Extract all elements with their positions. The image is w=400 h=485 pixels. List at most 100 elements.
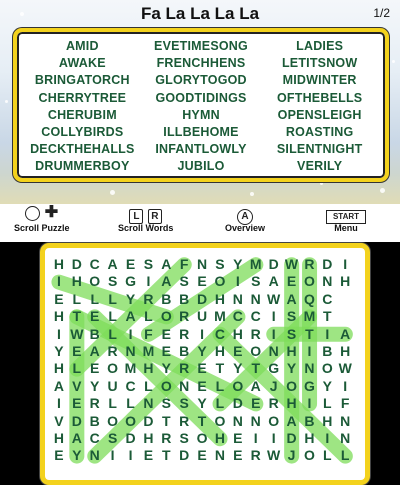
grid-letter[interactable]: E — [157, 343, 175, 360]
grid-letter[interactable]: H — [50, 256, 68, 273]
scroll-puzzle-button[interactable]: ✚ Scroll Puzzle — [14, 205, 70, 234]
grid-letter[interactable]: N — [86, 447, 104, 464]
grid-letter[interactable]: I — [193, 326, 211, 343]
grid-letter[interactable]: H — [283, 395, 301, 412]
grid-letter[interactable]: B — [175, 343, 193, 360]
grid-letter[interactable]: C — [122, 378, 140, 395]
grid-letter[interactable]: A — [86, 343, 104, 360]
grid-letter[interactable]: S — [247, 273, 265, 290]
grid-letter[interactable]: E — [68, 395, 86, 412]
grid-letter[interactable]: L — [104, 326, 122, 343]
grid-letter[interactable]: E — [139, 447, 157, 464]
grid-letter[interactable]: R — [300, 256, 318, 273]
grid-letter[interactable]: S — [283, 326, 301, 343]
grid-letter[interactable]: L — [318, 447, 336, 464]
grid-letter[interactable] — [336, 291, 354, 308]
grid-letter[interactable]: I — [336, 378, 354, 395]
grid-letter[interactable]: E — [50, 291, 68, 308]
grid-letter[interactable]: M — [122, 360, 140, 377]
grid-letter[interactable]: L — [211, 395, 229, 412]
grid-letter[interactable]: E — [193, 378, 211, 395]
grid-letter[interactable]: C — [247, 308, 265, 325]
grid-letter[interactable]: D — [139, 413, 157, 430]
grid-letter[interactable]: B — [86, 413, 104, 430]
grid-letter[interactable]: H — [229, 326, 247, 343]
grid-letter[interactable]: L — [68, 291, 86, 308]
grid-letter[interactable]: Y — [318, 378, 336, 395]
grid-letter[interactable]: O — [300, 273, 318, 290]
grid-letter[interactable]: Y — [50, 343, 68, 360]
grid-letter[interactable]: O — [300, 447, 318, 464]
grid-letter[interactable]: E — [86, 308, 104, 325]
grid-letter[interactable]: A — [265, 273, 283, 290]
grid-letter[interactable]: N — [139, 395, 157, 412]
grid-letter[interactable]: A — [122, 308, 140, 325]
grid-letter[interactable]: N — [318, 273, 336, 290]
grid-letter[interactable]: L — [318, 395, 336, 412]
grid-letter[interactable]: A — [50, 378, 68, 395]
grid-letter[interactable]: O — [104, 360, 122, 377]
grid-letter[interactable]: D — [122, 430, 140, 447]
grid-letter[interactable]: T — [68, 308, 86, 325]
grid-letter[interactable]: T — [211, 360, 229, 377]
grid-letter[interactable]: T — [157, 447, 175, 464]
grid-letter[interactable]: A — [104, 256, 122, 273]
grid-letter[interactable]: N — [247, 291, 265, 308]
grid-letter[interactable]: S — [175, 273, 193, 290]
grid-letter[interactable]: O — [211, 413, 229, 430]
grid-letter[interactable]: D — [68, 256, 86, 273]
grid-letter[interactable]: N — [300, 360, 318, 377]
grid-letter[interactable]: I — [318, 326, 336, 343]
grid-letter[interactable]: O — [265, 413, 283, 430]
grid-letter[interactable]: R — [175, 360, 193, 377]
grid-letter[interactable]: C — [229, 308, 247, 325]
grid-letter[interactable]: H — [211, 430, 229, 447]
grid-letter[interactable]: A — [336, 326, 354, 343]
overview-button[interactable]: A Overview — [225, 206, 265, 233]
grid-letter[interactable]: L — [122, 395, 140, 412]
grid-letter[interactable]: I — [122, 447, 140, 464]
grid-letter[interactable]: N — [336, 430, 354, 447]
grid-letter[interactable]: B — [318, 343, 336, 360]
grid-letter[interactable]: H — [318, 413, 336, 430]
grid-letter[interactable]: I — [247, 430, 265, 447]
scroll-words-button[interactable]: L R Scroll Words — [118, 206, 173, 233]
grid-letter[interactable]: I — [265, 308, 283, 325]
grid-letter[interactable]: O — [211, 273, 229, 290]
grid-letter[interactable]: D — [175, 447, 193, 464]
grid-letter[interactable]: T — [300, 326, 318, 343]
grid-letter[interactable]: W — [265, 291, 283, 308]
grid-letter[interactable]: I — [50, 273, 68, 290]
grid-letter[interactable]: E — [283, 273, 301, 290]
grid-letter[interactable]: S — [139, 256, 157, 273]
grid-letter[interactable]: R — [86, 395, 104, 412]
grid-letter[interactable]: B — [86, 326, 104, 343]
grid-letter[interactable]: L — [104, 308, 122, 325]
letter-grid[interactable]: HDCAESAFNSYMDWRDIIHOSGIASEOISAEONHELLLYR… — [50, 256, 354, 465]
grid-letter[interactable]: G — [300, 378, 318, 395]
grid-letter[interactable]: T — [193, 413, 211, 430]
grid-letter[interactable]: D — [68, 413, 86, 430]
grid-letter[interactable]: E — [193, 447, 211, 464]
grid-letter[interactable]: C — [86, 256, 104, 273]
grid-letter[interactable]: C — [211, 326, 229, 343]
menu-button[interactable]: START Menu — [326, 206, 366, 233]
grid-letter[interactable]: H — [50, 308, 68, 325]
grid-letter[interactable]: E — [193, 273, 211, 290]
grid-letter[interactable]: N — [229, 291, 247, 308]
grid-letter[interactable]: L — [139, 378, 157, 395]
grid-letter[interactable]: D — [229, 395, 247, 412]
grid-letter[interactable]: R — [139, 291, 157, 308]
grid-letter[interactable]: L — [139, 308, 157, 325]
grid-letter[interactable] — [336, 308, 354, 325]
grid-letter[interactable]: L — [104, 395, 122, 412]
grid-letter[interactable]: A — [283, 291, 301, 308]
grid-letter[interactable]: J — [283, 447, 301, 464]
grid-letter[interactable]: S — [157, 395, 175, 412]
grid-letter[interactable]: L — [104, 291, 122, 308]
grid-letter[interactable]: O — [229, 378, 247, 395]
grid-letter[interactable]: E — [157, 326, 175, 343]
grid-letter[interactable]: R — [157, 430, 175, 447]
grid-letter[interactable]: R — [247, 326, 265, 343]
grid-letter[interactable]: S — [104, 430, 122, 447]
